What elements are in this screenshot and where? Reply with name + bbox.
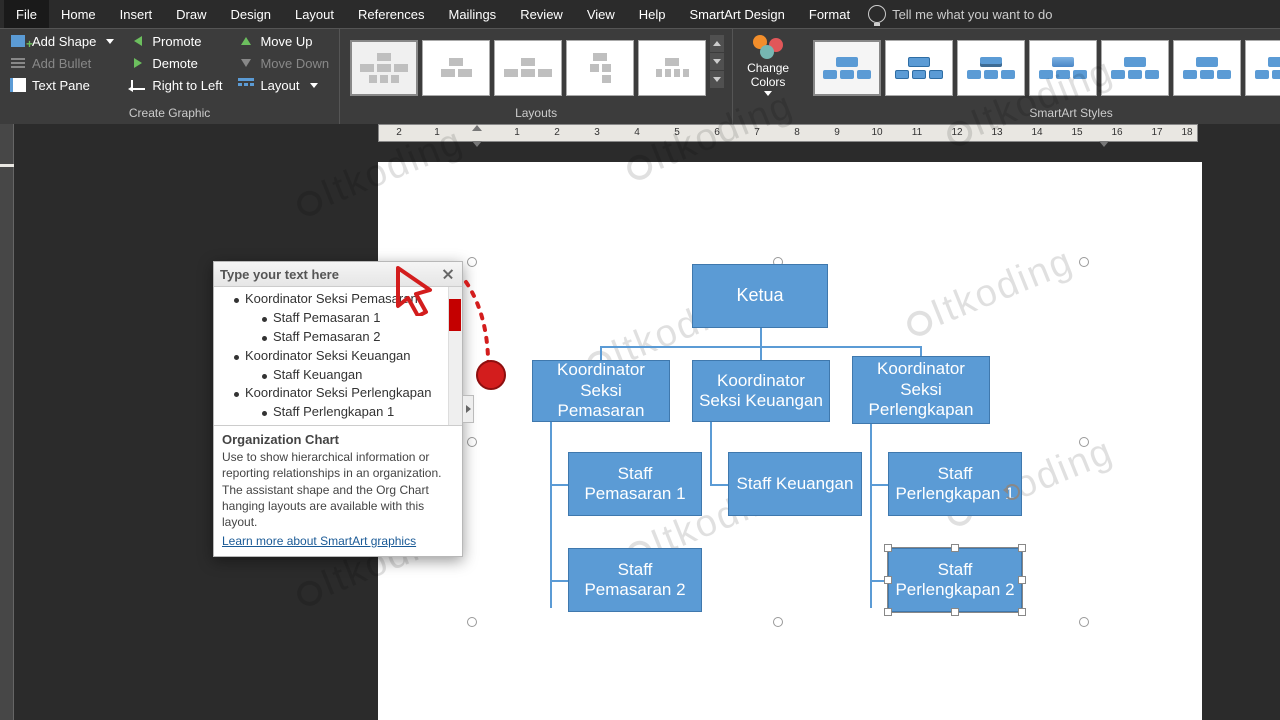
textpane-title: Type your text here: [220, 267, 339, 282]
layout-thumb-1[interactable]: [350, 40, 418, 96]
styles-gallery[interactable]: [809, 31, 1280, 104]
list-item[interactable]: Staff Perlengkapan 1: [222, 403, 446, 422]
style-thumb-3[interactable]: [957, 40, 1025, 96]
org-node-koord-perlengkapan[interactable]: Koordinator Seksi Perlengkapan: [852, 356, 990, 424]
vertical-ruler: [0, 124, 14, 720]
org-node-staff-pemasaran-2[interactable]: Staff Pemasaran 2: [568, 548, 702, 612]
resize-handle-sw[interactable]: [467, 617, 477, 627]
right-to-left-button[interactable]: Right to Left: [126, 75, 226, 95]
resize-handle-e[interactable]: [1079, 437, 1089, 447]
list-item[interactable]: Staff Pemasaran 2: [222, 328, 446, 347]
tab-mailings[interactable]: Mailings: [437, 0, 509, 28]
demote-button[interactable]: Demote: [126, 53, 226, 73]
tab-draw[interactable]: Draw: [164, 0, 218, 28]
list-item[interactable]: Koordinator Seksi Perlengkapan: [222, 384, 446, 403]
shape-handle[interactable]: [951, 608, 959, 616]
shape-handle[interactable]: [1018, 544, 1026, 552]
style-thumb-6[interactable]: [1173, 40, 1241, 96]
resize-handle-ne[interactable]: [1079, 257, 1089, 267]
change-colors-button[interactable]: Change Colors: [739, 31, 797, 100]
shape-handle[interactable]: [951, 544, 959, 552]
add-bullet-button: Add Bullet: [6, 53, 118, 73]
ribbon: Add Shape Add Bullet Text Pane Promote D…: [0, 28, 1280, 124]
style-thumb-7[interactable]: [1245, 40, 1280, 96]
style-thumb-5[interactable]: [1101, 40, 1169, 96]
document-page: Itkoding Itkoding Itkoding Itkoding Itko…: [378, 162, 1202, 720]
layout-button[interactable]: Layout: [234, 75, 333, 95]
list-item[interactable]: Koordinator Seksi Keuangan: [222, 347, 446, 366]
lightbulb-icon: [868, 5, 886, 23]
tab-layout[interactable]: Layout: [283, 0, 346, 28]
scrollbar-thumb[interactable]: [449, 299, 461, 331]
tell-me-placeholder: Tell me what you want to do: [892, 7, 1052, 22]
annotation-cursor-icon: [392, 266, 434, 316]
resize-handle-s[interactable]: [773, 617, 783, 627]
group-label-create-graphic: Create Graphic: [6, 104, 333, 124]
tab-file[interactable]: File: [4, 0, 49, 28]
org-node-staff-perlengkapan-2[interactable]: Staff Perlengkapan 2: [888, 548, 1022, 612]
style-thumb-1[interactable]: [813, 40, 881, 96]
resize-handle-nw[interactable]: [467, 257, 477, 267]
style-thumb-2[interactable]: [885, 40, 953, 96]
tab-home[interactable]: Home: [49, 0, 108, 28]
org-node-staff-pemasaran-1[interactable]: Staff Pemasaran 1: [568, 452, 702, 516]
shape-handle[interactable]: [884, 544, 892, 552]
layout-thumb-4[interactable]: [566, 40, 634, 96]
tab-design[interactable]: Design: [219, 0, 283, 28]
org-node-ketua[interactable]: Ketua: [692, 264, 828, 328]
hanging-indent-marker[interactable]: [472, 141, 482, 147]
resize-handle-se[interactable]: [1079, 617, 1089, 627]
shape-handle[interactable]: [1018, 576, 1026, 584]
org-node-staff-perlengkapan-1[interactable]: Staff Perlengkapan 1: [888, 452, 1022, 516]
change-colors-icon: [753, 35, 783, 59]
tab-insert[interactable]: Insert: [108, 0, 165, 28]
right-indent-marker[interactable]: [1099, 141, 1109, 147]
org-node-koord-pemasaran[interactable]: Koordinator Seksi Pemasaran: [532, 360, 670, 422]
add-shape-button[interactable]: Add Shape: [6, 31, 118, 51]
style-thumb-4[interactable]: [1029, 40, 1097, 96]
tab-help[interactable]: Help: [627, 0, 678, 28]
horizontal-ruler: 2 1 1 2 3 4 5 6 7 8 9 10 11 12 13 14 15 …: [378, 124, 1198, 142]
layout-thumb-5[interactable]: [638, 40, 706, 96]
learn-more-link[interactable]: Learn more about SmartArt graphics: [222, 534, 416, 548]
textpane-expand-handle[interactable]: [462, 395, 474, 423]
textpane-footer: Organization Chart Use to show hierarchi…: [214, 425, 462, 556]
annotation-dot: [476, 360, 506, 390]
textpane-footer-desc: Use to show hierarchical information or …: [222, 449, 454, 530]
rotate-handle[interactable]: [1004, 484, 1020, 500]
promote-button[interactable]: Promote: [126, 31, 226, 51]
shape-handle[interactable]: [1018, 608, 1026, 616]
ribbon-tabs: File Home Insert Draw Design Layout Refe…: [0, 0, 1280, 28]
tell-me-search[interactable]: Tell me what you want to do: [868, 5, 1052, 23]
first-line-indent-marker[interactable]: [472, 125, 482, 131]
move-up-button[interactable]: Move Up: [234, 31, 333, 51]
shape-handle[interactable]: [884, 608, 892, 616]
close-icon[interactable]: [440, 266, 456, 282]
layouts-gallery[interactable]: [346, 31, 726, 104]
resize-handle-w[interactable]: [467, 437, 477, 447]
list-item[interactable]: Staff Keuangan: [222, 366, 446, 385]
tab-view[interactable]: View: [575, 0, 627, 28]
org-node-koord-keuangan[interactable]: Koordinator Seksi Keuangan: [692, 360, 830, 422]
layouts-gallery-spinner[interactable]: [710, 35, 724, 88]
move-down-button: Move Down: [234, 53, 333, 73]
tab-smartart-design[interactable]: SmartArt Design: [678, 0, 797, 28]
org-node-staff-keuangan[interactable]: Staff Keuangan: [728, 452, 862, 516]
group-label-styles: SmartArt Styles: [809, 104, 1280, 124]
shape-handle[interactable]: [884, 576, 892, 584]
text-pane-button[interactable]: Text Pane: [6, 75, 118, 95]
tab-review[interactable]: Review: [508, 0, 575, 28]
smartart-selection[interactable]: Ketua Koordinator Seksi Pemasaran Koordi…: [472, 262, 1084, 622]
textpane-footer-title: Organization Chart: [222, 432, 454, 447]
layout-thumb-2[interactable]: [422, 40, 490, 96]
tab-format[interactable]: Format: [797, 0, 862, 28]
group-label-layouts: Layouts: [346, 104, 726, 124]
layout-thumb-3[interactable]: [494, 40, 562, 96]
tab-references[interactable]: References: [346, 0, 436, 28]
